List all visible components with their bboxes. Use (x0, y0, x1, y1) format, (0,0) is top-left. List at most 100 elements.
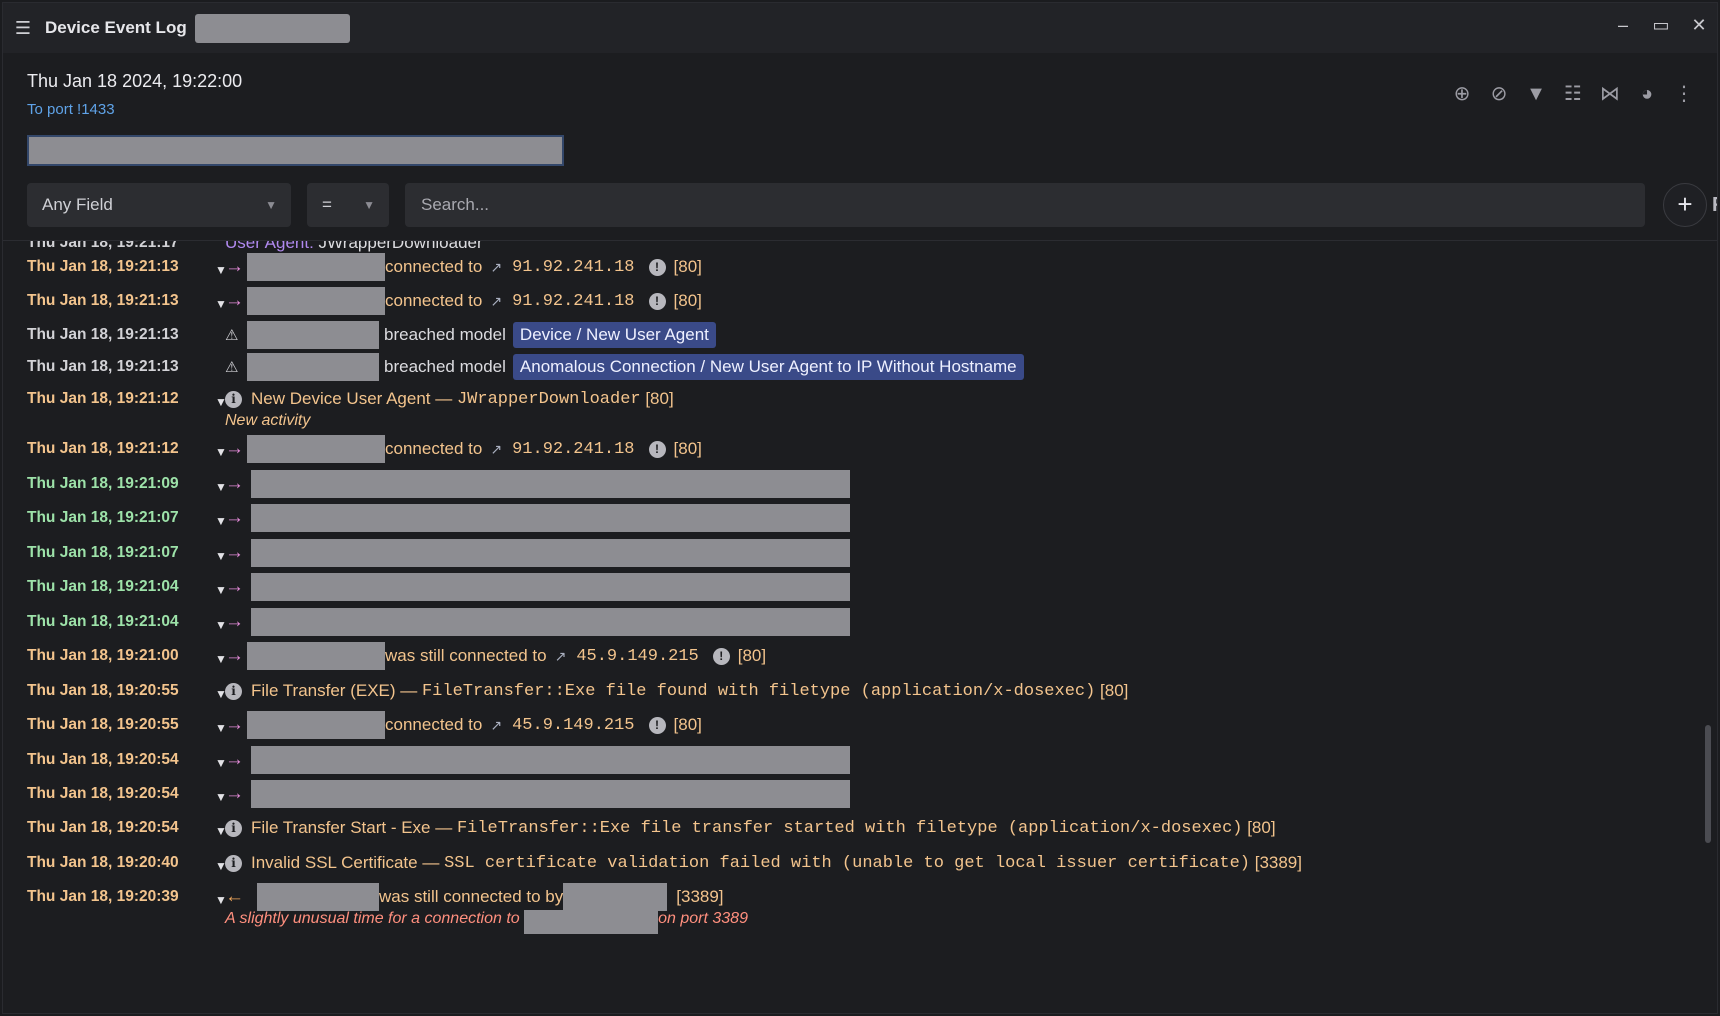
clear-filter-icon[interactable]: ⊘ (1486, 81, 1512, 107)
log-row[interactable]: Thu Jan 18, 19:21:04 ▼ → (3, 572, 1703, 602)
redacted-device (247, 253, 385, 281)
outbound-arrow-icon: → (225, 290, 244, 311)
log-row[interactable]: Thu Jan 18, 19:21:07 ▼ → (3, 503, 1703, 533)
log-row[interactable]: Thu Jan 18, 19:20:55 ▼ i File Transfer (EXE… (3, 676, 1703, 706)
info-icon: i (225, 854, 242, 872)
event-timestamp: Thu Jan 18, 19:20:40 (27, 854, 179, 871)
log-row[interactable]: Thu Jan 18, 19:21:13 ▼ → connected to ↗ 91.92… (3, 286, 1703, 316)
connection-text: connected to (385, 257, 483, 276)
log-row[interactable]: Thu Jan 18, 19:20:40 ▼ i Invalid SSL Certif… (3, 848, 1703, 878)
event-timestamp: Thu Jan 18, 19:20:54 (27, 751, 179, 768)
filter-code-icon[interactable]: ⋈ (1597, 81, 1623, 107)
port-number: [80] (1095, 681, 1129, 700)
event-timestamp: Thu Jan 18, 19:20:39 (27, 888, 179, 905)
log-row[interactable]: Thu Jan 18, 19:21:07 ▼ → (3, 538, 1703, 568)
external-link-icon[interactable]: ↗ (490, 717, 502, 734)
log-row[interactable]: Thu Jan 18, 19:21:13 ⚠ breached model Devic… (3, 320, 1703, 350)
filter-list-icon[interactable]: ☷ (1560, 81, 1586, 107)
log-row[interactable]: Thu Jan 18, 19:21:00 ▼ → was still connecte… (3, 641, 1703, 671)
model-badge[interactable]: Anomalous Connection / New User Agent to… (512, 354, 1024, 380)
search-input[interactable] (405, 183, 1645, 227)
add-filter-icon[interactable]: ⊕ (1449, 81, 1475, 107)
info-icon: i (225, 390, 242, 408)
log-row[interactable]: Thu Jan 18, 19:21:04 ▼ → (3, 607, 1703, 637)
window-controls: – ▭ ✕ (1611, 13, 1711, 37)
log-row[interactable]: Thu Jan 18, 19:20:54 ▼ → (3, 779, 1703, 809)
minimize-icon[interactable]: – (1611, 13, 1635, 37)
event-timestamp: Thu Jan 18, 19:21:13 (27, 326, 179, 343)
operator-select-value: = (322, 195, 332, 214)
unusual-time-note: A slightly unusual time for a connection… (225, 910, 748, 934)
warning-triangle-icon: ⚠ (225, 327, 239, 344)
external-link-icon[interactable]: ↗ (490, 259, 502, 276)
r-button[interactable]: R (1712, 183, 1717, 227)
ip-address[interactable]: 91.92.241.18 (512, 258, 634, 277)
redacted-device-name (194, 13, 350, 43)
redacted-device (247, 642, 385, 670)
external-link-icon[interactable]: ↗ (490, 293, 502, 310)
log-row[interactable]: Thu Jan 18, 19:21:12 ▼ New activity i New De… (3, 384, 1703, 429)
redacted-event (251, 746, 850, 774)
outbound-arrow-icon: → (225, 576, 244, 597)
log-row[interactable]: Thu Jan 18, 19:21:12 ▼ → connected to ↗ 91.92… (3, 434, 1703, 464)
external-link-icon[interactable]: ↗ (555, 648, 567, 665)
port-number: [80] (673, 291, 702, 310)
ip-address[interactable]: 91.92.241.18 (512, 292, 634, 311)
outbound-arrow-icon: → (225, 783, 244, 804)
maximize-icon[interactable]: ▭ (1649, 13, 1673, 37)
event-timestamp: Thu Jan 18, 19:21:09 (27, 475, 179, 492)
event-content: → (225, 745, 850, 775)
close-icon[interactable]: ✕ (1687, 13, 1711, 37)
scrollbar[interactable] (1705, 725, 1711, 843)
event-content: → connected to ↗ 91.92.241.18! [80] (225, 286, 702, 316)
event-content: i File Transfer Start - Exe — FileTransfe… (225, 813, 1276, 843)
model-badge[interactable]: Device / New User Agent (512, 322, 716, 348)
ip-address[interactable]: 45.9.149.215 (576, 647, 698, 666)
redacted-source (563, 883, 668, 911)
info-icon: i (225, 819, 242, 837)
log-row[interactable]: Thu Jan 18, 19:21:13 ▼ → connected to ↗ 91.92… (3, 252, 1703, 282)
event-timestamp: Thu Jan 18, 19:21:13 (27, 292, 179, 309)
event-content: → connected to ↗ 91.92.241.18! [80] (225, 252, 702, 282)
operator-select[interactable]: = ▼ (307, 183, 389, 227)
log-row[interactable]: Thu Jan 18, 19:20:54 ▼ i File Transfer Star… (3, 813, 1703, 843)
log-row[interactable]: Thu Jan 18, 19:20:39 ▼ A slightly unusual … (3, 882, 1703, 934)
more-options-icon[interactable]: ⋮ (1671, 81, 1697, 107)
toolbar: ⊕ ⊘ ▼ ☷ ⋈ ◕ ⋮ (1449, 81, 1697, 107)
outbound-arrow-icon: → (225, 749, 244, 770)
info-icon: i (225, 682, 242, 700)
palette-icon[interactable]: ◕ (1634, 81, 1660, 107)
event-content: → (225, 538, 850, 568)
redacted-event (251, 539, 850, 567)
filter-icon[interactable]: ▼ (1523, 81, 1549, 107)
field-select-value: Any Field (42, 195, 113, 214)
log-row[interactable]: Thu Jan 18, 19:21:13 ⚠ breached model Anoma… (3, 352, 1703, 382)
event-content: → (225, 469, 850, 499)
event-content: ⚠ breached model Anomalous Connection / Ne… (225, 352, 1024, 382)
notice-title: New Device User Agent — (251, 389, 457, 408)
alert-icon: ! (648, 292, 666, 310)
event-content: i New Device User Agent — JWrapperDownloa… (225, 384, 674, 414)
breach-text: breached model (384, 357, 506, 376)
ip-address[interactable]: 91.92.241.18 (512, 440, 634, 459)
redacted-device (247, 287, 385, 315)
port-number: [80] (737, 646, 767, 665)
outbound-arrow-icon: → (225, 645, 244, 666)
redacted-target (524, 910, 659, 934)
port-filter-link[interactable]: To port !1433 (27, 101, 115, 118)
redacted-event (251, 608, 850, 636)
port-number: [80] (673, 439, 702, 458)
add-button[interactable]: + (1663, 183, 1707, 227)
outbound-arrow-icon: → (225, 473, 244, 494)
log-row[interactable]: Thu Jan 18, 19:20:54 ▼ → (3, 745, 1703, 775)
inbound-arrow-icon: ← (225, 886, 244, 907)
log-row[interactable]: Thu Jan 18, 19:20:55 ▼ → connected to ↗ 45.9.… (3, 710, 1703, 740)
log-row[interactable]: Thu Jan 18, 19:21:09 ▼ → (3, 469, 1703, 499)
ip-address[interactable]: 45.9.149.215 (512, 716, 634, 735)
external-link-icon[interactable]: ↗ (490, 441, 502, 458)
event-timestamp: Thu Jan 18, 19:20:55 (27, 716, 179, 733)
notice-detail: SSL certificate validation failed with (… (444, 853, 1250, 873)
event-content: → (225, 572, 850, 602)
list-menu-icon[interactable]: ☰ (13, 18, 33, 38)
field-select[interactable]: Any Field ▼ (27, 183, 291, 227)
